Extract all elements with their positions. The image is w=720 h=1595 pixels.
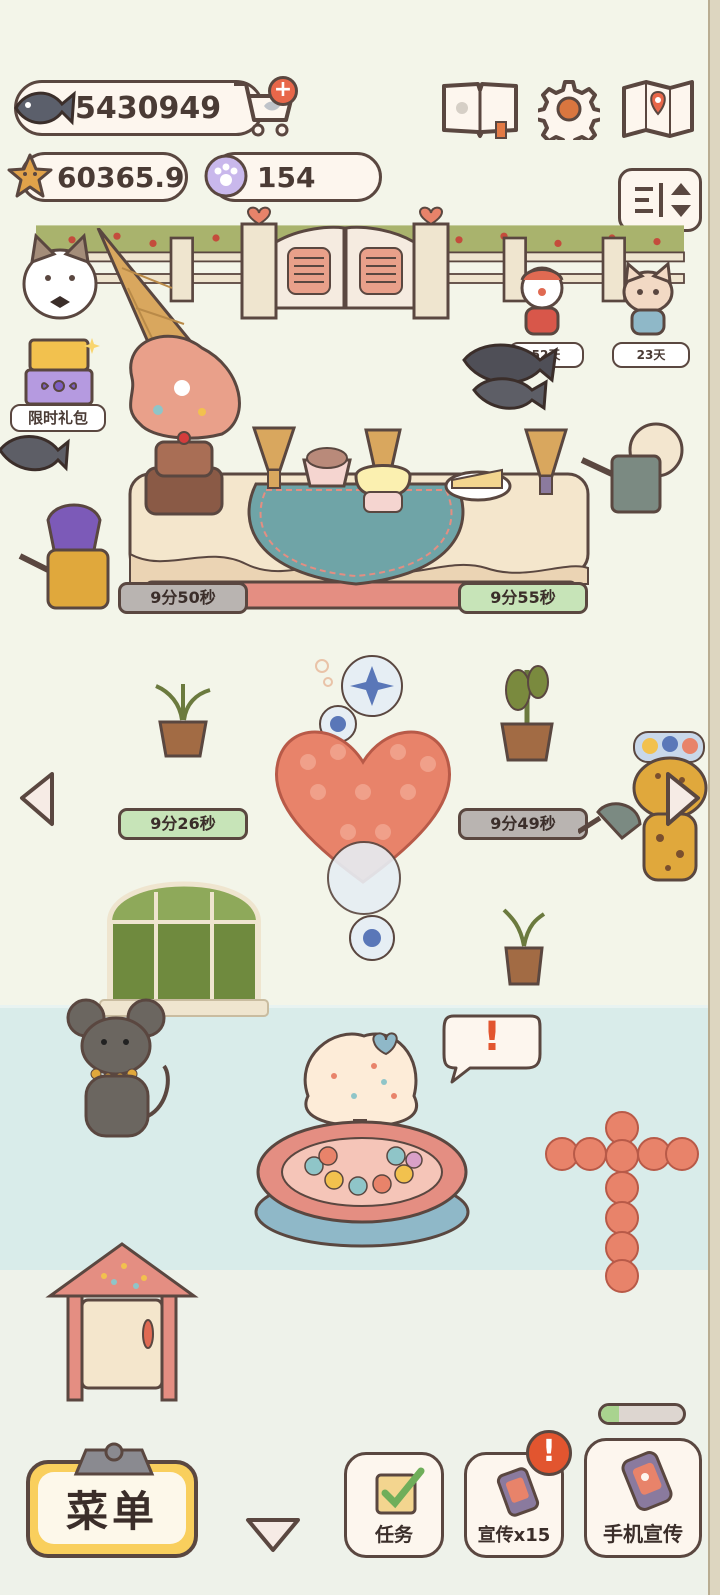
promote-label: 宣传x15 bbox=[477, 1525, 551, 1546]
star-count: 60365.9 bbox=[57, 160, 185, 194]
fish-count: 5430949 bbox=[75, 90, 222, 126]
book-icon bbox=[442, 82, 518, 139]
menu-label: 菜单 bbox=[65, 1486, 158, 1536]
plant-timer-left: 9分26秒 bbox=[118, 808, 248, 840]
cat-butler-avatar[interactable] bbox=[18, 232, 102, 322]
chevron-right-icon bbox=[666, 772, 700, 826]
shop-cart-button[interactable]: + bbox=[228, 74, 300, 140]
gate-icon bbox=[240, 206, 450, 320]
tasks-button[interactable]: 任务 bbox=[344, 1452, 444, 1558]
notification-alert-icon: ! bbox=[526, 1430, 572, 1476]
potted-plant[interactable] bbox=[494, 660, 560, 764]
menu-button-inner: 菜单 bbox=[38, 1472, 186, 1544]
plant-timer-right: 9分49秒 bbox=[458, 808, 588, 840]
fish-pile-decoration bbox=[0, 435, 70, 472]
heart-flower-tree[interactable] bbox=[268, 652, 458, 982]
exclamation-icon: ! bbox=[482, 1014, 502, 1060]
scroll-left-button[interactable] bbox=[14, 768, 58, 830]
checklist-icon bbox=[375, 1467, 425, 1515]
chevron-down-icon bbox=[246, 1518, 300, 1552]
collapse-toggle-button[interactable] bbox=[242, 1512, 304, 1556]
coral-flower-bush[interactable] bbox=[540, 1108, 704, 1294]
counter-timer-left: 9分50秒 bbox=[118, 582, 248, 614]
watering-can-decoration bbox=[18, 503, 110, 610]
phone-promote-icon bbox=[621, 1451, 673, 1511]
tasks-label: 任务 bbox=[374, 1524, 413, 1546]
cat-visitor-icon bbox=[622, 261, 674, 336]
scroll-right-button[interactable] bbox=[662, 768, 706, 830]
map-button[interactable] bbox=[620, 78, 696, 140]
counter-timer-right: 9分55秒 bbox=[458, 582, 588, 614]
garden-shed[interactable] bbox=[44, 1238, 200, 1408]
potted-plant[interactable] bbox=[150, 664, 216, 760]
promotion-progress-bar bbox=[598, 1403, 686, 1425]
ice-cream-glass-item[interactable] bbox=[250, 424, 298, 492]
progress-fill bbox=[601, 1406, 620, 1422]
garden-gate[interactable] bbox=[240, 204, 450, 320]
fish-pile-decoration bbox=[462, 343, 558, 411]
settings-button[interactable] bbox=[534, 78, 604, 150]
cat-face-icon bbox=[22, 232, 98, 320]
alert-speech-bubble[interactable]: ! bbox=[440, 1010, 544, 1084]
map-icon bbox=[622, 80, 694, 138]
plus-icon: + bbox=[268, 76, 298, 106]
cream-parfait-item[interactable] bbox=[350, 426, 416, 518]
phone-promote-label: 手机宣传 bbox=[603, 1522, 683, 1546]
fish-icon bbox=[14, 90, 76, 126]
chevron-left-icon bbox=[20, 772, 54, 826]
clipboard-clip-icon bbox=[73, 1442, 155, 1476]
guide-book-button[interactable] bbox=[440, 78, 520, 140]
visitor-days-badge: 23天 bbox=[612, 342, 690, 368]
giant-ice-cream-cone bbox=[96, 228, 241, 440]
gear-icon bbox=[534, 80, 604, 150]
cheesecake-item[interactable] bbox=[444, 454, 512, 502]
phone-promote-button[interactable]: 手机宣传 bbox=[584, 1438, 702, 1558]
visitor-cat[interactable] bbox=[610, 261, 686, 350]
pudding-item[interactable] bbox=[300, 440, 354, 490]
potted-plant[interactable] bbox=[500, 890, 548, 986]
paw-count: 154 bbox=[257, 160, 316, 194]
mouse-npc[interactable] bbox=[64, 996, 176, 1142]
ice-cream-glass-item[interactable] bbox=[522, 426, 570, 498]
phone-card-icon bbox=[496, 1467, 540, 1517]
star-icon bbox=[7, 153, 53, 198]
cake-item[interactable] bbox=[140, 428, 228, 520]
watering-can-decoration bbox=[580, 422, 684, 514]
gift-box-icon bbox=[24, 338, 100, 406]
paw-token-icon bbox=[204, 154, 248, 198]
